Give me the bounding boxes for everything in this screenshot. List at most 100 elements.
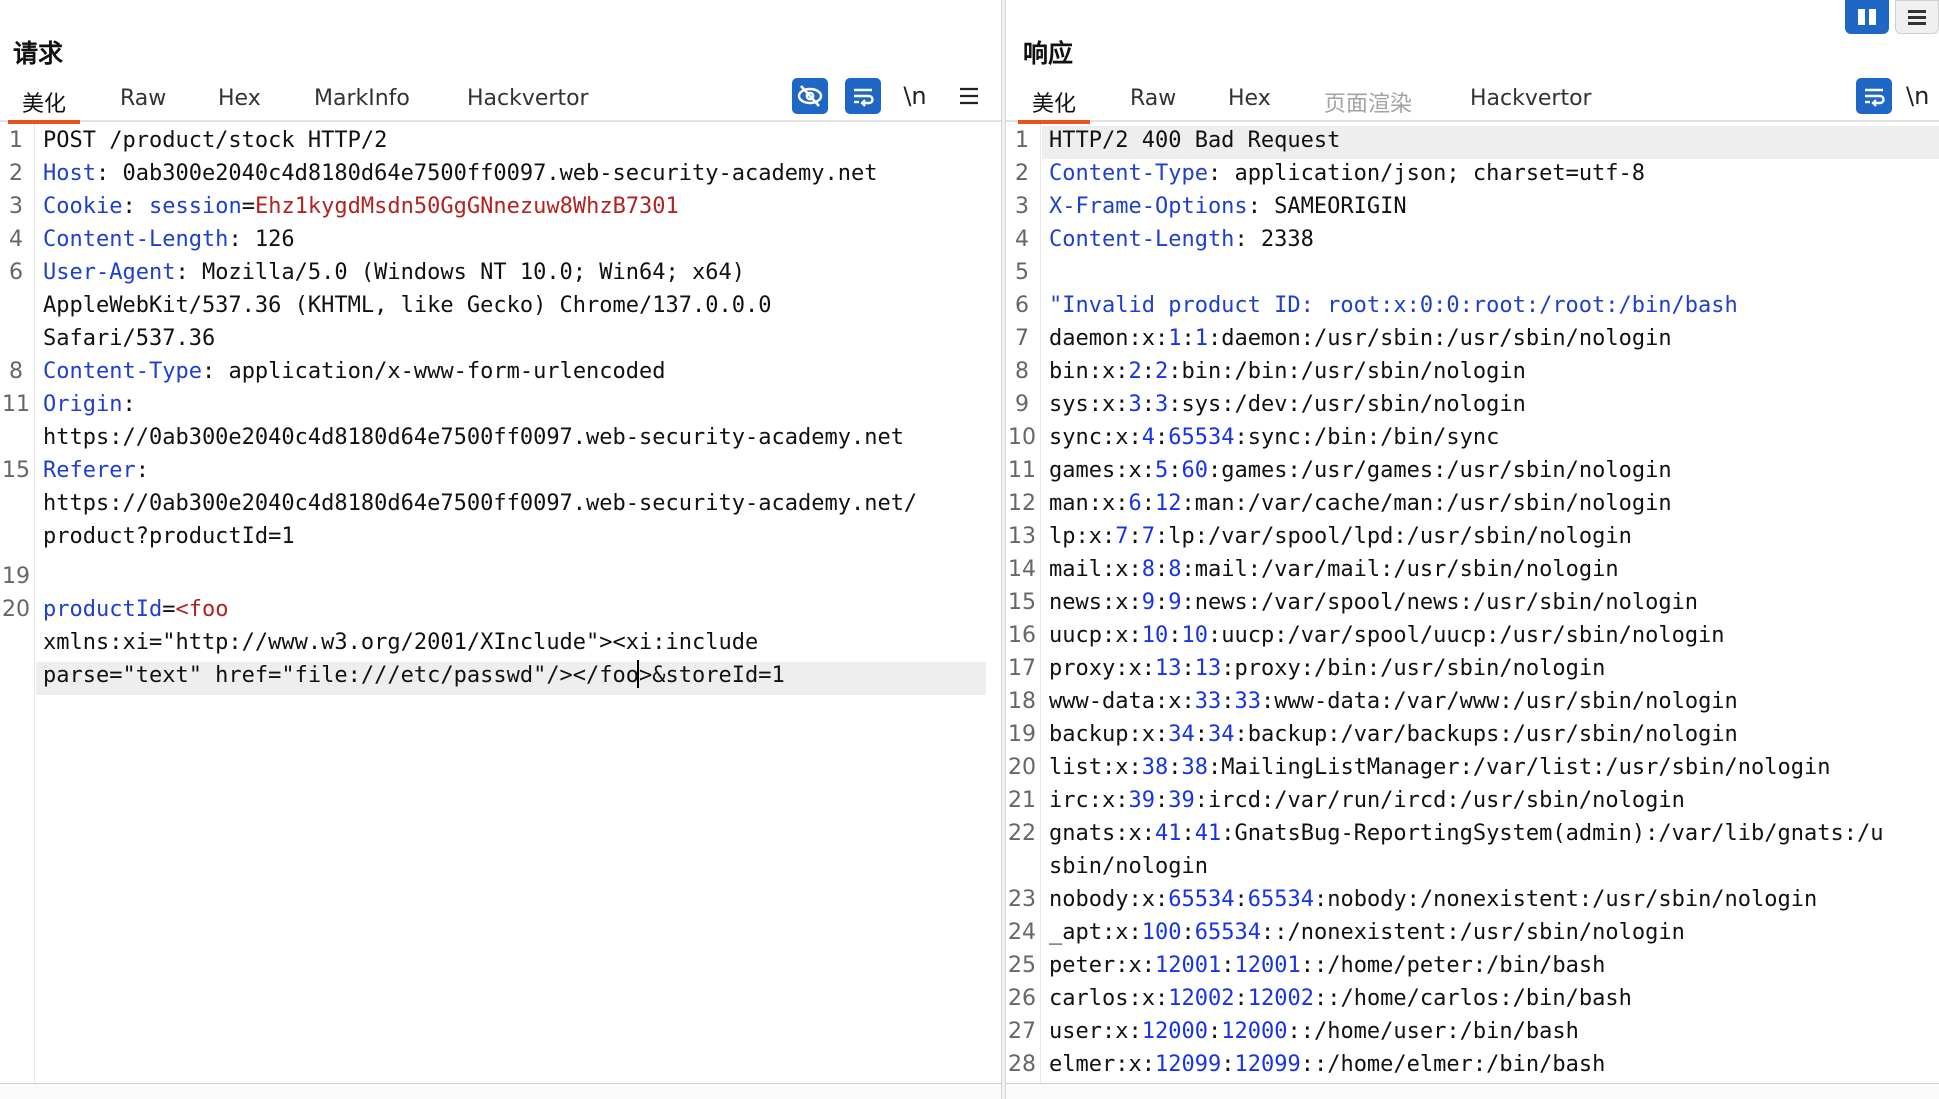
response-word-wrap-button[interactable] [1856, 78, 1892, 114]
line-number: 20 [2, 597, 30, 622]
separator: : [1181, 821, 1195, 846]
line-number: 6 [1015, 293, 1029, 318]
separator: : [1181, 491, 1195, 516]
response-editor[interactable]: 1 HTTP/2 400 Bad Request 2 Content-Type: ap… [1006, 124, 1939, 1083]
request-editor[interactable]: 1 2 3 4 6 8 11 15 19 20 POST /product/st… [0, 124, 1001, 1083]
header-value: https://0ab300e2040c4d8180d64e7500ff0097… [43, 425, 904, 450]
response-tab-raw[interactable]: Raw [1130, 86, 1176, 120]
body-param-key: productId [43, 597, 163, 622]
header-value: AppleWebKit/537.36 (KHTML, like Gecko) C… [43, 293, 772, 318]
line-number: 9 [1015, 392, 1029, 417]
passwd-user: man [1049, 491, 1089, 516]
header-value: product?productId=1 [43, 524, 295, 549]
separator: : [1221, 1052, 1235, 1077]
word-wrap-button[interactable] [845, 78, 881, 114]
response-line: X-Frame-Options: SAMEORIGIN [1049, 190, 1933, 223]
body-xml-tag: <foo [175, 597, 229, 622]
passwd-entry: backup:x:34:34:backup:/var/backups:/usr/… [1049, 718, 1933, 751]
passwd-gid: 12 [1155, 491, 1182, 516]
response-newline-toggle-button[interactable]: \n [1906, 78, 1936, 114]
separator: : [1141, 392, 1155, 417]
header-value: : application/json; charset=utf-8 [1207, 161, 1646, 186]
response-tab-render[interactable]: 页面渲染 [1324, 86, 1412, 120]
line-number: 1 [1015, 128, 1029, 153]
line-number: 15 [1008, 590, 1036, 615]
passwd-gid: 65534 [1194, 920, 1261, 945]
separator: : [1221, 821, 1235, 846]
passwd-rest: GnatsBug-ReportingSystem(admin):/var/lib… [1234, 821, 1884, 846]
request-menu-button[interactable] [951, 78, 987, 114]
passwd-rest: sbin/nologin [1049, 854, 1208, 879]
request-tab-pretty[interactable]: 美化 [7, 86, 81, 124]
separator: :x: [1101, 755, 1142, 780]
separator: :x: [1115, 458, 1155, 483]
passwd-entry: sys:x:3:3:sys:/dev:/usr/sbin/nologin [1049, 388, 1933, 421]
line-number: 28 [1008, 1052, 1036, 1077]
separator: : [1207, 326, 1222, 351]
separator: : [1207, 755, 1222, 780]
response-tab-hackvertor[interactable]: Hackvertor [1470, 86, 1592, 120]
passwd-uid: 13 [1154, 656, 1182, 681]
request-tab-raw[interactable]: Raw [120, 86, 166, 120]
passwd-user: www-data [1049, 689, 1155, 714]
request-tab-markinfo[interactable]: MarkInfo [314, 86, 410, 120]
separator: :x: [1115, 656, 1155, 681]
passwd-entry: user:x:12000:12000::/home/user:/bin/bash [1049, 1015, 1933, 1048]
response-tab-hex[interactable]: Hex [1228, 86, 1271, 120]
request-line: Content-Length: 126 [43, 223, 995, 256]
passwd-uid: 5 [1154, 458, 1169, 483]
split-layout-button[interactable] [1845, 0, 1889, 34]
response-line: Content-Length: 2338 [1049, 223, 1933, 256]
passwd-gid: 9 [1168, 590, 1182, 615]
request-line-wrap: https://0ab300e2040c4d8180d64e7500ff0097… [43, 421, 995, 454]
separator: : [1168, 755, 1182, 780]
separator: : [1154, 557, 1169, 582]
request-tab-hex[interactable]: Hex [218, 86, 261, 120]
passwd-entry: gnats:x:41:41:GnatsBug-ReportingSystem(a… [1049, 817, 1933, 850]
passwd-gid: 3 [1155, 392, 1169, 417]
separator: : [1141, 359, 1155, 384]
passwd-gid: 39 [1168, 788, 1195, 813]
passwd-user: backup [1049, 722, 1129, 747]
body-value: parse="text" href="file:///etc/passwd"/>… [43, 663, 640, 688]
separator: : [1168, 392, 1182, 417]
passwd-gid: 12099 [1234, 1052, 1301, 1077]
separator: : [1181, 920, 1195, 945]
passwd-uid: 41 [1154, 821, 1182, 846]
passwd-rest: :/home/elmer:/bin/bash [1313, 1052, 1606, 1077]
passwd-uid: 12001 [1154, 953, 1222, 978]
layout-menu-button[interactable] [1895, 0, 1939, 34]
request-tab-hackvertor[interactable]: Hackvertor [467, 86, 589, 120]
passwd-user: daemon [1049, 326, 1129, 351]
line-number: 5 [1015, 260, 1029, 285]
header-key: Referer [43, 458, 136, 483]
passwd-gid: 65534 [1168, 425, 1235, 450]
separator: : [1154, 590, 1169, 615]
passwd-uid: 12099 [1154, 1052, 1222, 1077]
request-line-wrap: parse="text" href="file:///etc/passwd"/>… [43, 659, 995, 692]
request-horizontal-scrollbar[interactable] [0, 1083, 1001, 1099]
header-key: Content-Type [43, 359, 202, 384]
passwd-rest: :/home/carlos:/bin/bash [1327, 986, 1632, 1011]
separator: : [1234, 887, 1248, 912]
line-number: 19 [2, 564, 30, 589]
line-number: 2 [9, 161, 23, 186]
header-sep: : [122, 392, 136, 417]
request-title: 请求 [13, 39, 64, 68]
separator: :x: [1101, 920, 1142, 945]
response-tab-pretty[interactable]: 美化 [1017, 86, 1091, 124]
header-key: Origin [43, 392, 123, 417]
newline-toggle-button[interactable]: \n [897, 78, 933, 114]
line-number: 3 [9, 194, 23, 219]
passwd-uid: 7 [1115, 524, 1129, 549]
line-number: 7 [1015, 326, 1029, 351]
response-line: Content-Type: application/json; charset=… [1049, 157, 1933, 190]
response-horizontal-scrollbar[interactable] [1006, 1083, 1939, 1099]
passwd-rest: man:/var/cache/man:/usr/sbin/nologin [1194, 491, 1672, 516]
header-key: Cookie [43, 194, 123, 219]
passwd-uid: 4 [1141, 425, 1155, 450]
line-number: 10 [1008, 425, 1036, 450]
header-value: : application/x-www-form-urlencoded [201, 359, 666, 384]
header-key: User-Agent [43, 260, 176, 285]
visibility-toggle-button[interactable] [792, 78, 828, 114]
